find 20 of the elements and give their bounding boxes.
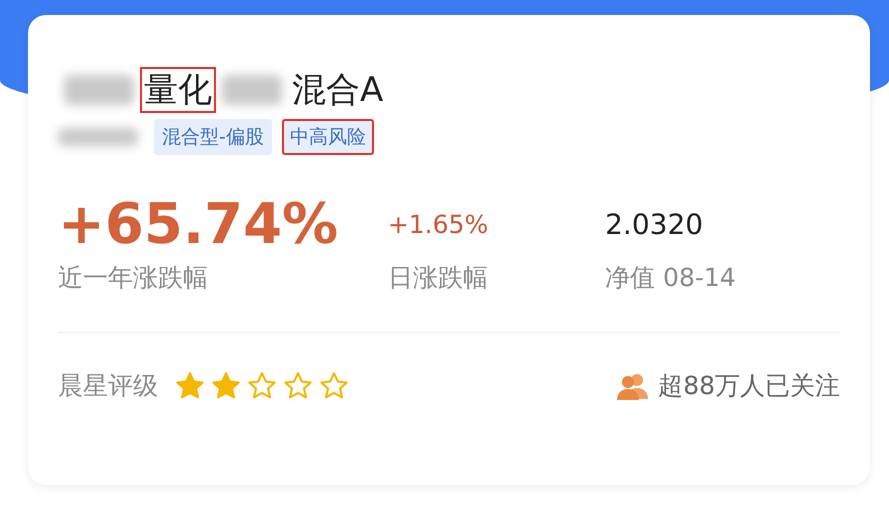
stat-label: 净值 08-14 xyxy=(605,262,737,294)
follower-count: 超88万人已关注 xyxy=(658,370,840,402)
empty-star-icon xyxy=(246,370,278,402)
blurred-text-icon xyxy=(64,75,134,105)
blurred-text-icon xyxy=(58,128,138,146)
fund-tag: 混合型-偏股 xyxy=(154,119,272,155)
stat-value: +65.74% xyxy=(58,190,340,258)
stat-label: 近一年涨跌幅 xyxy=(58,262,209,294)
stat-label: 日涨跌幅 xyxy=(388,262,489,294)
rating-label: 晨星评级 xyxy=(58,370,158,402)
empty-star-icon xyxy=(318,370,350,402)
fund-name: 量化 xyxy=(140,67,216,113)
fund-tag: 中高风险 xyxy=(282,119,374,155)
fund-name: 混合A xyxy=(291,69,384,112)
stat-value: 2.0320 xyxy=(605,206,704,242)
blurred-text-icon xyxy=(222,75,282,105)
filled-star-icon xyxy=(174,370,206,402)
empty-star-icon xyxy=(282,370,314,402)
filled-star-icon xyxy=(210,370,242,402)
stat-value: +1.65% xyxy=(388,208,490,240)
